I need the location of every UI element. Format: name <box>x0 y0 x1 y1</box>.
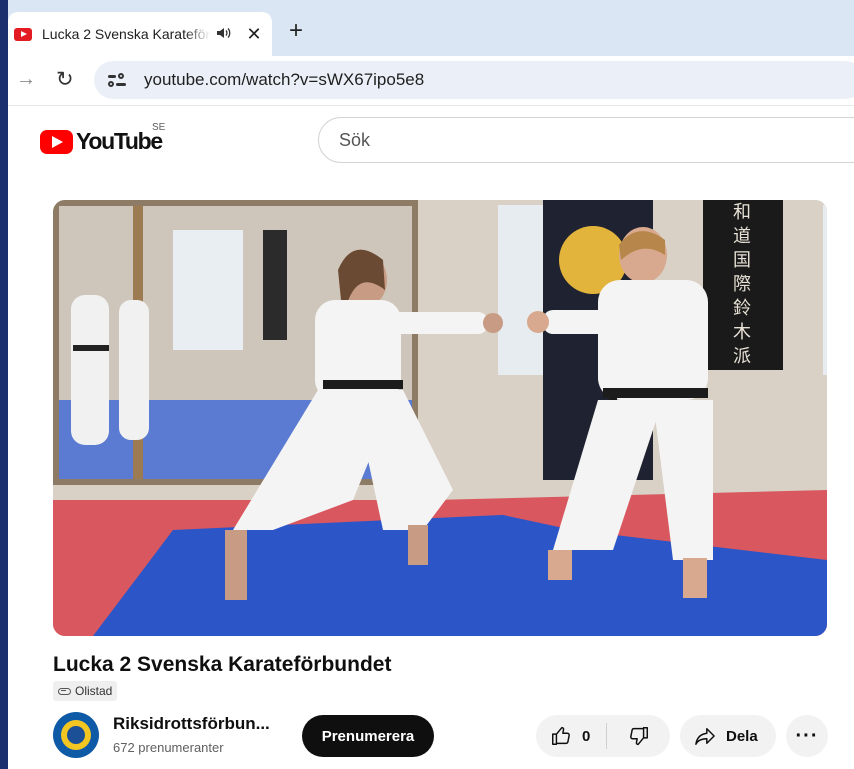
thumbs-up-icon <box>552 726 570 745</box>
forward-button[interactable]: → <box>16 68 36 91</box>
speaker-icon[interactable] <box>216 26 234 43</box>
youtube-favicon-icon <box>14 27 32 41</box>
browser-window: Lucka 2 Svenska Karateförbundet ✕ + → ↻ … <box>8 0 854 769</box>
channel-name[interactable]: Riksidrottsförbun... <box>113 714 270 734</box>
link-icon <box>58 687 71 695</box>
tab-active[interactable]: Lucka 2 Svenska Karateförbundet ✕ <box>8 12 272 56</box>
youtube-logo-text: YouTube <box>76 128 163 154</box>
subscriber-count: 672 prenumeranter <box>113 740 224 755</box>
region-code: SE <box>152 122 166 133</box>
avatar-emblem-icon <box>61 720 91 750</box>
like-button[interactable]: 0 <box>536 715 606 757</box>
close-tab-icon[interactable]: ✕ <box>246 24 262 45</box>
new-tab-button[interactable]: + <box>284 17 308 45</box>
unlisted-label: Olistad <box>75 684 113 698</box>
url-text[interactable]: youtube.com/watch?v=sWX67ipo5e8 <box>144 70 424 90</box>
tab-title: Lucka 2 Svenska Karateförbundet <box>42 26 210 42</box>
unlisted-badge: Olistad <box>53 681 118 701</box>
share-label: Dela <box>726 727 758 745</box>
svg-text:木: 木 <box>733 322 751 343</box>
svg-text:鈴: 鈴 <box>733 298 751 319</box>
search-placeholder: Sök <box>339 129 371 150</box>
like-count: 0 <box>582 727 591 745</box>
svg-text:国: 国 <box>733 250 751 271</box>
dislike-button[interactable] <box>607 715 670 757</box>
share-icon <box>695 728 715 745</box>
reload-button[interactable]: ↻ <box>56 67 74 92</box>
site-info-icon[interactable] <box>108 71 130 89</box>
browser-toolbar: → ↻ youtube.com/watch?v=sWX67ipo5e8 <box>8 56 854 106</box>
address-bar[interactable]: youtube.com/watch?v=sWX67ipo5e8 <box>94 61 854 99</box>
video-frame: 和道国 際鈴木派 <box>53 200 827 636</box>
svg-text:派: 派 <box>733 346 751 367</box>
svg-text:道: 道 <box>733 226 751 247</box>
avatar[interactable] <box>53 712 99 758</box>
thumbs-down-icon <box>629 727 648 746</box>
youtube-logo[interactable]: YouTube <box>40 128 163 155</box>
video-player[interactable]: 和道国 際鈴木派 <box>53 200 827 636</box>
search-input[interactable]: Sök <box>318 117 854 163</box>
tab-strip: Lucka 2 Svenska Karateförbundet ✕ + <box>8 0 854 56</box>
youtube-play-icon <box>40 129 73 154</box>
like-dislike-group: 0 <box>536 715 670 757</box>
video-title: Lucka 2 Svenska Karateförbundet <box>53 653 392 676</box>
subscribe-button[interactable]: Prenumerera <box>302 715 434 757</box>
more-actions-button[interactable]: ··· <box>786 715 828 757</box>
youtube-header: YouTube SE Sök <box>8 106 854 174</box>
svg-text:際: 際 <box>733 274 751 295</box>
svg-text:和: 和 <box>733 202 751 223</box>
share-button[interactable]: Dela <box>680 715 776 757</box>
